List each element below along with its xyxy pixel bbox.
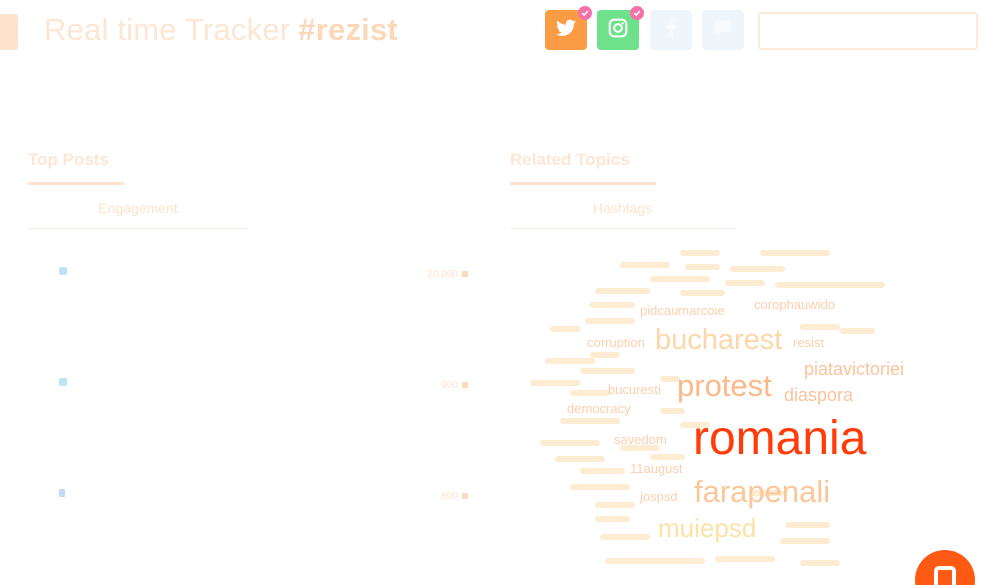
bar-marker xyxy=(462,271,468,277)
instagram-filter-button[interactable] xyxy=(597,6,644,50)
facebook-filter-button[interactable] xyxy=(650,10,692,50)
word-cloud-term[interactable]: protest xyxy=(677,370,772,401)
list-item[interactable]: 900 xyxy=(58,374,468,394)
word-cloud-term[interactable]: savedom xyxy=(614,433,667,446)
tab-engagement[interactable]: Engagement xyxy=(28,200,248,216)
twitter-icon xyxy=(58,374,68,386)
selected-check-icon xyxy=(578,6,592,20)
word-cloud-term[interactable]: muiepsd xyxy=(658,515,756,541)
sidebar-toggle[interactable] xyxy=(0,14,18,50)
tab-hashtags[interactable]: Hashtags xyxy=(510,200,735,216)
phone-icon xyxy=(934,566,956,585)
divider xyxy=(510,228,735,229)
page: Real time Tracker #rezist Top Posts Engag… xyxy=(0,0,988,585)
top-posts-underline xyxy=(28,182,124,185)
word-cloud-term[interactable]: farapenali xyxy=(694,476,830,507)
chat-icon xyxy=(713,19,733,42)
word-cloud-term[interactable]: corruption xyxy=(587,336,645,349)
word-cloud-term[interactable]: jospsd xyxy=(640,490,678,503)
facebook-icon xyxy=(664,17,678,43)
word-cloud-term[interactable]: romania xyxy=(693,415,866,463)
selected-check-icon xyxy=(630,6,644,20)
chat-filter-button[interactable] xyxy=(702,10,744,50)
top-posts-title: Top Posts xyxy=(28,150,109,169)
search-input[interactable] xyxy=(758,12,978,50)
page-title: Real time Tracker #rezist xyxy=(44,12,398,48)
word-cloud-term[interactable]: pidcaumarcoie xyxy=(640,304,725,317)
engagement-count: 900 xyxy=(441,380,458,391)
twitter-filter-button[interactable] xyxy=(545,6,592,50)
engagement-count: 800 xyxy=(441,491,458,502)
related-topics-title: Related Topics xyxy=(510,150,630,169)
bar-marker xyxy=(462,493,468,499)
word-cloud-term[interactable]: bucuresti xyxy=(608,383,661,396)
related-topics-underline xyxy=(510,182,656,185)
list-item[interactable]: 800 xyxy=(58,485,468,505)
word-cloud-term[interactable]: bucharest xyxy=(655,326,782,355)
word-cloud: pidcaumarcoie corophauwido corruption bu… xyxy=(510,240,980,570)
list-item[interactable]: 20,000 xyxy=(58,263,468,283)
word-cloud-term[interactable]: resist xyxy=(793,336,824,349)
divider xyxy=(28,228,248,229)
word-cloud-term[interactable]: corophauwido xyxy=(754,298,835,311)
twitter-icon xyxy=(556,19,576,42)
bar-marker xyxy=(462,382,468,388)
word-cloud-term[interactable]: diaspora xyxy=(784,386,853,404)
twitter-icon xyxy=(58,263,68,275)
facebook-icon xyxy=(58,485,68,497)
title-prefix: Real time Tracker xyxy=(44,12,291,47)
word-cloud-term[interactable]: 11august xyxy=(630,462,683,475)
title-hashtag: #rezist xyxy=(298,12,398,47)
engagement-count: 20,000 xyxy=(427,269,458,280)
instagram-icon xyxy=(608,18,628,43)
word-cloud-term[interactable]: democracy xyxy=(567,402,631,415)
word-cloud-term[interactable]: piatavictoriei xyxy=(804,360,904,378)
